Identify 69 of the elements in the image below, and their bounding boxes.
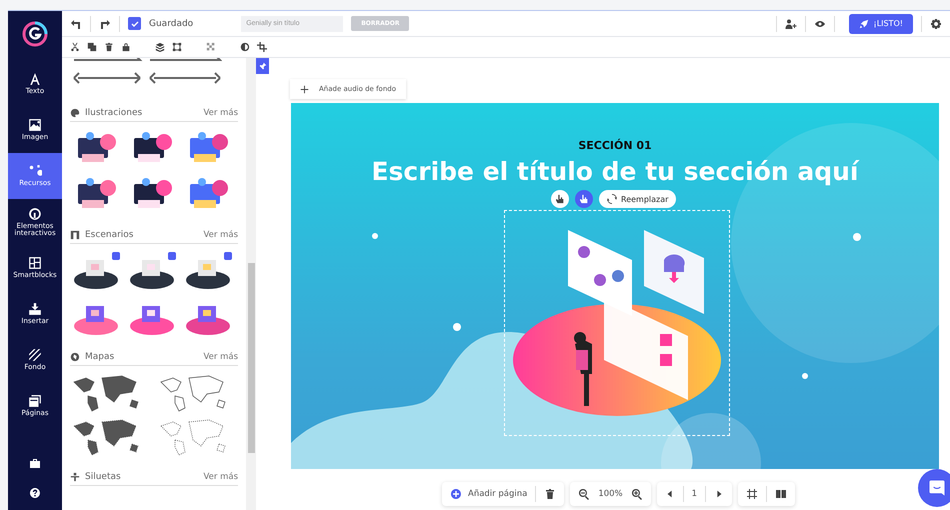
add-user-icon[interactable] — [784, 18, 796, 30]
palette-icon — [70, 108, 80, 118]
touch-icon — [28, 206, 42, 221]
isometric-scene-thumbnail[interactable] — [184, 252, 234, 290]
isometric-illustration[interactable] — [504, 210, 730, 436]
see-more-link[interactable]: Ver más — [204, 108, 238, 118]
pages-icon — [28, 394, 42, 408]
saved-checkbox[interactable] — [128, 17, 141, 30]
dot — [802, 373, 808, 379]
dot — [453, 323, 461, 331]
see-more-link[interactable]: Ver más — [204, 352, 238, 362]
person-icon — [70, 472, 80, 482]
plus-icon — [300, 84, 309, 94]
bounding-box-icon[interactable] — [172, 42, 182, 52]
zoom-level: 100% — [598, 489, 623, 499]
frame-icon — [70, 230, 80, 240]
section-title: Mapas — [85, 352, 116, 362]
dot — [372, 233, 378, 239]
zoom-out-icon[interactable] — [578, 488, 590, 500]
isometric-scene-thumbnail[interactable] — [128, 252, 178, 290]
add-page-button[interactable]: Añadir página — [450, 488, 528, 500]
chat-icon — [928, 479, 946, 497]
copy-icon[interactable] — [87, 42, 97, 52]
saved-status: Guardado — [149, 18, 194, 28]
crop-icon[interactable] — [257, 42, 267, 52]
see-more-link[interactable]: Ver más — [204, 230, 238, 240]
section-title: Siluetas — [85, 472, 122, 482]
pin-icon — [258, 62, 266, 70]
section-title: Escenarios — [85, 230, 134, 240]
redo-icon[interactable] — [99, 18, 111, 30]
interactivity-button[interactable] — [575, 190, 593, 208]
stripes-icon — [28, 348, 42, 362]
grid-icon[interactable] — [746, 488, 758, 500]
settings-icon[interactable] — [930, 18, 942, 30]
replace-button[interactable]: Reemplazar — [599, 190, 676, 208]
hand-icon — [555, 194, 565, 204]
logo-icon[interactable] — [22, 21, 48, 47]
zoom-in-icon[interactable] — [630, 488, 643, 500]
checker-icon[interactable] — [206, 42, 216, 52]
image-icon — [28, 118, 42, 132]
contrast-icon[interactable] — [240, 42, 250, 52]
scrollbar[interactable] — [246, 58, 256, 510]
dot — [853, 233, 861, 241]
isometric-scene-thumbnail[interactable] — [72, 252, 122, 290]
page-number: 1 — [692, 489, 698, 499]
globe-icon — [70, 352, 80, 362]
undo-icon[interactable] — [70, 18, 82, 30]
see-more-link[interactable]: Ver más — [204, 472, 238, 482]
help-icon[interactable] — [29, 487, 41, 499]
trash-icon[interactable] — [104, 42, 114, 52]
shapes-icon — [28, 164, 42, 178]
hand-icon — [579, 194, 589, 204]
scissors-icon[interactable] — [70, 42, 80, 52]
pin-tab[interactable] — [256, 58, 269, 74]
split-view-icon[interactable] — [775, 488, 788, 500]
refresh-icon — [607, 194, 617, 204]
section-title: Ilustraciones — [85, 108, 144, 118]
section-label: SECCIÓN 01 — [577, 139, 653, 152]
blocks-icon — [28, 256, 42, 270]
tray-icon — [28, 302, 42, 316]
letter-icon — [28, 72, 42, 86]
layers-icon[interactable] — [155, 42, 165, 52]
rocket-icon — [858, 18, 868, 28]
check-icon — [130, 20, 138, 28]
publish-button[interactable]: ¡LISTO! — [848, 14, 913, 34]
briefcase-icon[interactable] — [29, 457, 41, 469]
lock-icon[interactable] — [121, 42, 131, 52]
chat-button[interactable] — [918, 469, 950, 507]
trash-icon[interactable] — [544, 488, 556, 500]
